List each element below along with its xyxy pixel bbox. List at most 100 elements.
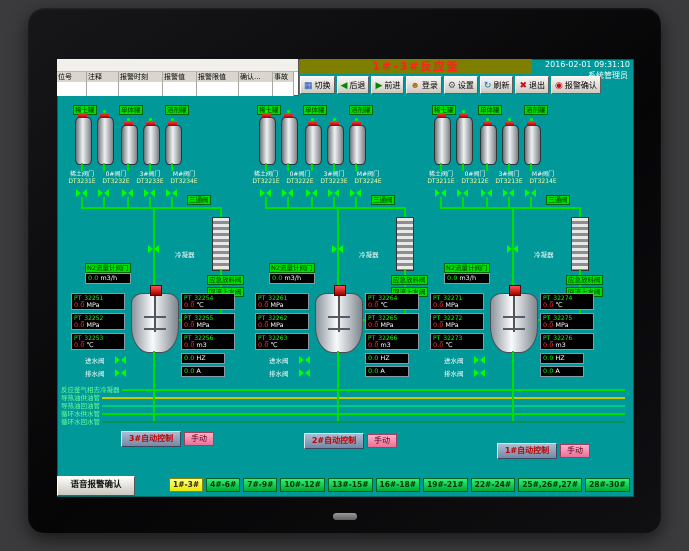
screen-nav-button[interactable]: 10#-12# (280, 478, 325, 492)
valve-name: M#阀门 (350, 171, 386, 178)
alarm-columns: 位号注释报警时刻报警值报警限值确认...事故 (57, 72, 298, 96)
instrument-display: PT_322740.0℃ (540, 293, 594, 310)
tank-cap-icon (308, 121, 317, 126)
water-in-valve-icon[interactable] (299, 356, 310, 364)
feed-valve-icon[interactable] (76, 189, 87, 197)
alarm-column-header[interactable]: 报警值 (163, 72, 197, 96)
alarm-column-header[interactable]: 报警时刻 (119, 72, 163, 96)
feed-valve-icon[interactable] (122, 189, 133, 197)
alarm-column-header[interactable]: 事故 (273, 72, 294, 96)
agitator-current-display: 0.0A (181, 366, 225, 377)
collector-pipe (440, 207, 581, 209)
manual-mode-button-2[interactable]: 手动 (367, 434, 397, 448)
feed-valve-icon[interactable] (350, 189, 361, 197)
instrument-unit: MPa (270, 321, 283, 329)
toolbar-button-label: 切换 (315, 80, 331, 91)
feed-valve-icon[interactable] (457, 189, 468, 197)
feed-tank (75, 117, 92, 165)
auto-control-button-1[interactable]: 1#自动控制 (497, 443, 557, 459)
speed-unit: HZ (380, 354, 389, 362)
manual-mode-button-1[interactable]: 手动 (560, 444, 590, 458)
screen-nav-button[interactable]: 1#-3# (169, 478, 203, 492)
screen-nav-button[interactable]: 7#-9# (243, 478, 277, 492)
screen-nav-button[interactable]: 16#-18# (376, 478, 421, 492)
feed-inlet-valve-icon[interactable] (148, 245, 159, 253)
toolbar-button[interactable]: ◀ 后退 (337, 76, 370, 94)
water-in-valve-icon[interactable] (474, 356, 485, 364)
refresh-icon: ↻ (484, 81, 492, 90)
auto-control-button-3[interactable]: 3#自动控制 (121, 431, 181, 447)
water-in-label: 进水阀 (444, 357, 464, 365)
manual-mode-button-3[interactable]: 手动 (184, 432, 214, 446)
screen-nav-button[interactable]: 25#,26#,27# (518, 478, 582, 492)
pipe (462, 163, 464, 171)
toolbar-button[interactable]: ✖ 退出 (515, 76, 549, 94)
feed-inlet-valve-icon[interactable] (507, 245, 518, 253)
pipe (486, 163, 488, 171)
pipe (440, 163, 442, 171)
voice-alarm-ack-button[interactable]: 语音报警确认 (57, 476, 135, 496)
n2-flow-display: 0.0m3/h (85, 273, 131, 284)
feed-valve-icon[interactable] (144, 189, 155, 197)
monitor-power-button[interactable] (333, 513, 357, 520)
feed-valve-icon[interactable] (306, 189, 317, 197)
water-out-label: 排水阀 (444, 370, 464, 378)
feed-valve-icon[interactable] (260, 189, 271, 197)
valve-code: DT3213E (491, 178, 527, 185)
condenser (396, 217, 414, 271)
feed-tank (327, 125, 344, 165)
screen-nav-button[interactable]: 4#-6# (206, 478, 240, 492)
feed-tank (121, 125, 138, 165)
feed-inlet-valve-icon[interactable] (332, 245, 343, 253)
water-out-valve-icon[interactable] (474, 369, 485, 377)
toolbar-button[interactable]: ⚙ 设置 (444, 76, 478, 94)
speed-unit: HZ (196, 354, 205, 362)
instrument-unit: MPa (445, 321, 458, 329)
agitator-motor-icon (334, 285, 346, 296)
monitor-bezel: 位号注释报警时刻报警值报警限值确认...事故 1#-3#反应釜 2016-02-… (28, 8, 661, 533)
toolbar-button[interactable]: ↻ 刷新 (480, 76, 514, 94)
feed-valve-icon[interactable] (525, 189, 536, 197)
toolbar-button[interactable]: ◉ 报警确认 (551, 76, 601, 94)
toolbar-button[interactable]: ▶ 前进 (371, 76, 404, 94)
feed-valve-label: 3#阀门DT3223E (316, 171, 352, 185)
auto-control-button-2[interactable]: 2#自动控制 (304, 433, 364, 449)
feed-valve-icon[interactable] (503, 189, 514, 197)
toolbar-button[interactable]: ▦ 切换 (300, 76, 335, 94)
feed-valve-icon[interactable] (166, 189, 177, 197)
water-out-valve-icon[interactable] (299, 369, 310, 377)
valve-code: DT3211E (423, 178, 459, 185)
valve-name: 稀土阀门 (423, 171, 459, 178)
feed-tank (281, 117, 298, 165)
pipe (530, 197, 532, 207)
feed-valve-icon[interactable] (328, 189, 339, 197)
screen-nav-button[interactable]: 28#-30# (585, 478, 630, 492)
feed-valve-icon[interactable] (481, 189, 492, 197)
tank-led-icon (81, 110, 84, 113)
screen-nav-button[interactable]: 22#-24# (471, 478, 516, 492)
alarm-column-header[interactable]: 注释 (87, 72, 119, 96)
feed-valve-icon[interactable] (98, 189, 109, 197)
agitator-speed-display: 0.0HZ (365, 353, 409, 364)
screen-nav-button[interactable]: 13#-15# (328, 478, 373, 492)
toolbar-button[interactable]: ☻ 登录 (406, 76, 441, 94)
feed-valve-icon[interactable] (435, 189, 446, 197)
tank-led-icon (440, 110, 443, 113)
pipe (149, 163, 151, 171)
instrument-unit: MPa (270, 301, 283, 309)
water-out-valve-icon[interactable] (115, 369, 126, 377)
instrument-display: PT_322620.0MPa (255, 313, 309, 330)
agitator-shaft (338, 296, 340, 332)
alarm-column-header[interactable]: 报警限值 (197, 72, 239, 96)
water-in-valve-icon[interactable] (115, 356, 126, 364)
flow-value: 0.0 (447, 274, 457, 282)
tank-cap-icon (352, 121, 361, 126)
feed-valve-icon[interactable] (282, 189, 293, 197)
instrument-value-row: 0.0m3 (543, 342, 591, 349)
alarm-column-header[interactable]: 位号 (57, 72, 87, 96)
agitator-blade (144, 328, 166, 330)
screen-nav-button[interactable]: 19#-21# (423, 478, 468, 492)
alarm-column-header[interactable]: 确认... (239, 72, 273, 96)
valve-name: 3#阀门 (132, 171, 168, 178)
instrument-value-row: 0.0℃ (258, 342, 306, 349)
